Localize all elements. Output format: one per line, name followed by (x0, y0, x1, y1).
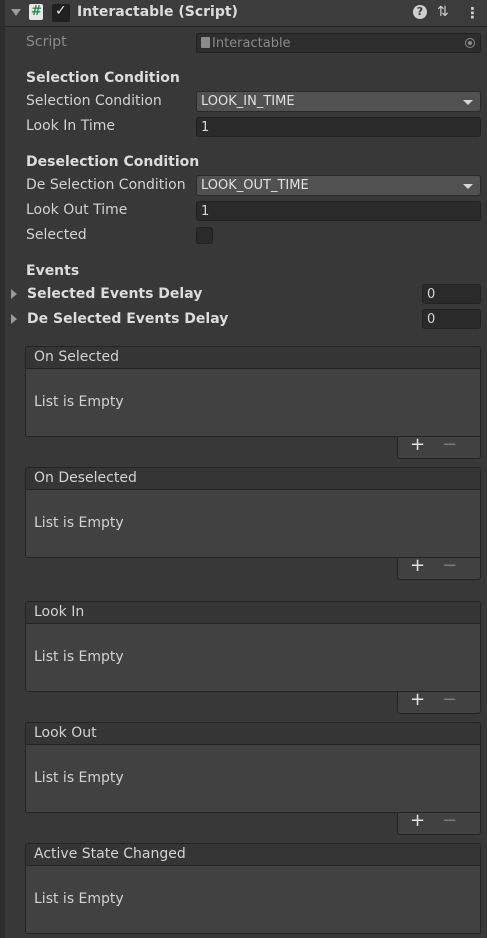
component-header[interactable]: # ✓ Interactable (Script) ? ⇅ ⋮ (5, 0, 487, 27)
script-value: Interactable (212, 36, 291, 51)
look-out-time-label: Look Out Time (26, 202, 128, 218)
event-list-on-deselected: On Deselected List is Empty + − (25, 467, 481, 580)
selected-events-delay-input[interactable]: 0 (422, 284, 481, 304)
add-listener-button[interactable]: + (410, 810, 425, 831)
event-list-header: Active State Changed (25, 843, 481, 866)
script-label: Script (26, 34, 67, 50)
selected-events-delay-label[interactable]: Selected Events Delay (27, 286, 202, 302)
event-list-header: Look In (25, 601, 481, 624)
expand-arrow-icon[interactable] (11, 289, 17, 299)
selection-condition-value: LOOK_IN_TIME (201, 94, 295, 109)
deselection-section-header: Deselection Condition (26, 154, 200, 170)
remove-listener-button[interactable]: − (442, 689, 457, 710)
add-listener-button[interactable]: + (410, 434, 425, 455)
preset-icon[interactable]: ⇅ (437, 4, 449, 20)
inspector-left-strip (0, 0, 5, 938)
add-listener-button[interactable]: + (410, 689, 425, 710)
selection-section-header: Selection Condition (26, 70, 180, 86)
event-list-footer: + − (397, 555, 481, 580)
deselection-condition-value: LOOK_OUT_TIME (201, 178, 309, 193)
look-in-time-input[interactable]: 1 (196, 117, 481, 137)
script-file-icon (201, 37, 210, 48)
check-icon: ✓ (55, 3, 67, 19)
selection-condition-dropdown[interactable]: LOOK_IN_TIME (196, 91, 481, 112)
selection-condition-label: Selection Condition (26, 93, 162, 109)
event-list-footer: + − (397, 434, 481, 459)
remove-listener-button[interactable]: − (442, 434, 457, 455)
deselected-events-delay-input[interactable]: 0 (422, 309, 481, 329)
deselection-condition-dropdown[interactable]: LOOK_OUT_TIME (196, 175, 481, 196)
remove-listener-button[interactable]: − (442, 810, 457, 831)
component-title: Interactable (Script) (77, 4, 238, 20)
event-list-footer: + − (397, 810, 481, 835)
event-list-header: Look Out (25, 722, 481, 745)
fold-arrow-icon[interactable] (11, 9, 21, 16)
event-list-active-state-changed: Active State Changed List is Empty (25, 843, 481, 934)
event-list-header: On Deselected (25, 467, 481, 490)
component-enabled-checkbox[interactable]: ✓ (52, 3, 70, 22)
selected-label: Selected (26, 227, 87, 243)
event-list-look-in: Look In List is Empty + − (25, 601, 481, 714)
script-field[interactable]: Interactable (196, 33, 481, 53)
event-list-empty-text: List is Empty (25, 369, 481, 437)
chevron-down-icon (463, 184, 473, 189)
expand-arrow-icon[interactable] (11, 314, 17, 324)
event-list-on-selected: On Selected List is Empty + − (25, 346, 481, 459)
selected-checkbox[interactable] (196, 227, 213, 244)
help-icon[interactable]: ? (413, 5, 427, 19)
menu-icon[interactable]: ⋮ (465, 4, 480, 22)
remove-listener-button[interactable]: − (442, 555, 457, 576)
event-list-empty-text: List is Empty (25, 624, 481, 692)
event-list-empty-text: List is Empty (25, 866, 481, 934)
look-out-time-input[interactable]: 1 (196, 201, 481, 221)
event-list-empty-text: List is Empty (25, 745, 481, 813)
deselection-condition-label: De Selection Condition (26, 177, 186, 193)
event-list-footer: + − (397, 689, 481, 714)
events-section-header: Events (26, 263, 80, 279)
event-list-header: On Selected (25, 346, 481, 369)
deselected-events-delay-label[interactable]: De Selected Events Delay (27, 311, 228, 327)
object-picker-icon[interactable] (465, 38, 475, 48)
look-in-time-label: Look In Time (26, 118, 115, 134)
chevron-down-icon (463, 100, 473, 105)
event-list-empty-text: List is Empty (25, 490, 481, 558)
add-listener-button[interactable]: + (410, 555, 425, 576)
script-icon: # (29, 4, 43, 20)
event-list-look-out: Look Out List is Empty + − (25, 722, 481, 835)
